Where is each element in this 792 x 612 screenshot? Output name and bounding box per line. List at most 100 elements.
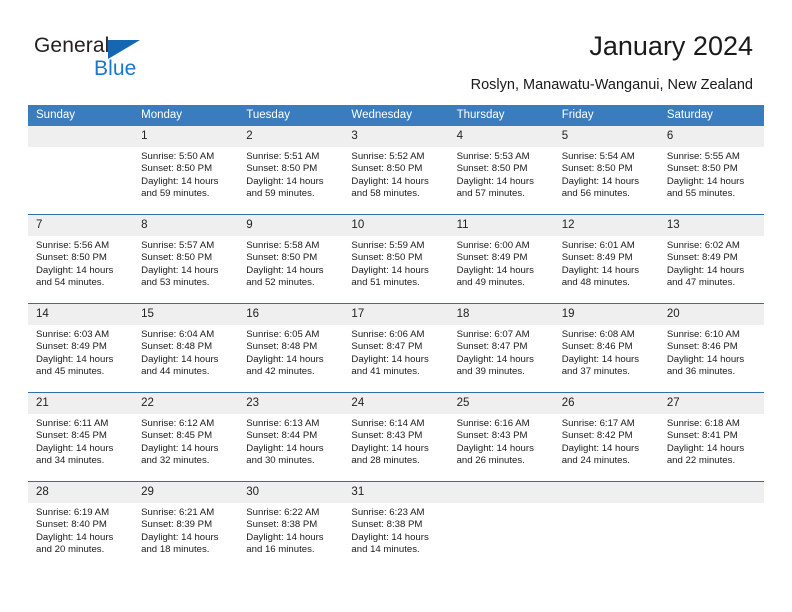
calendar-day-cell[interactable]: 12 Sunrise: 6:01 AM Sunset: 8:49 PM Dayligh… <box>553 214 659 304</box>
calendar-day-cell[interactable]: 28 Sunrise: 6:19 AM Sunset: 8:40 PM Dayligh… <box>28 481 134 570</box>
day-details: Sunrise: 5:58 AM Sunset: 8:50 PM Daylight:… <box>238 236 343 290</box>
day-details: Sunrise: 6:02 AM Sunset: 8:49 PM Daylight:… <box>659 236 764 290</box>
day-number: 6 <box>658 126 764 147</box>
day-cell-body: 5 Sunrise: 5:54 AM Sunset: 8:50 PM Daylight… <box>553 126 659 214</box>
calendar-day-cell[interactable]: 31 Sunrise: 6:23 AM Sunset: 8:38 PM Dayligh… <box>343 481 449 570</box>
day-details: Sunrise: 6:17 AM Sunset: 8:42 PM Daylight:… <box>554 414 659 468</box>
day-cell-body: 4 Sunrise: 5:53 AM Sunset: 8:50 PM Daylight… <box>448 126 554 214</box>
daylight-duration-line1: Daylight: 14 hours <box>246 442 324 454</box>
sunrise-time: Sunrise: 6:17 AM <box>561 418 635 429</box>
daylight-duration-line2: and 42 minutes. <box>246 366 315 378</box>
daylight-duration-line1: Daylight: 14 hours <box>246 531 324 543</box>
calendar-day-cell[interactable]: 27 Sunrise: 6:18 AM Sunset: 8:41 PM Dayligh… <box>658 392 764 482</box>
calendar-day-cell[interactable]: 7 Sunrise: 5:56 AM Sunset: 8:50 PM Daylight… <box>28 214 134 304</box>
logo-text-blue: Blue <box>94 57 137 80</box>
day-details: Sunrise: 6:18 AM Sunset: 8:41 PM Daylight:… <box>659 414 764 468</box>
calendar-day-cell[interactable]: 6 Sunrise: 5:55 AM Sunset: 8:50 PM Daylight… <box>658 126 764 215</box>
calendar-day-cell[interactable]: 15 Sunrise: 6:04 AM Sunset: 8:48 PM Dayligh… <box>133 303 239 393</box>
sunrise-time: Sunrise: 6:19 AM <box>36 507 110 518</box>
daylight-duration-line1: Daylight: 14 hours <box>561 353 640 365</box>
calendar-day-cell[interactable]: 5 Sunrise: 5:54 AM Sunset: 8:50 PM Daylight… <box>553 126 659 215</box>
daylight-duration-line1: Daylight: 14 hours <box>141 175 219 187</box>
calendar-day-cell[interactable]: 26 Sunrise: 6:17 AM Sunset: 8:42 PM Dayligh… <box>553 392 659 482</box>
calendar-day-cell[interactable]: 21 Sunrise: 6:11 AM Sunset: 8:45 PM Dayligh… <box>28 392 134 482</box>
calendar-day-cell[interactable]: 10 Sunrise: 5:59 AM Sunset: 8:50 PM Dayligh… <box>343 214 449 304</box>
day-cell-body: 22 Sunrise: 6:12 AM Sunset: 8:45 PM Dayligh… <box>133 393 239 481</box>
day-cell-body: 28 Sunrise: 6:19 AM Sunset: 8:40 PM Dayligh… <box>28 482 134 570</box>
day-cell-body: 16 Sunrise: 6:05 AM Sunset: 8:48 PM Dayligh… <box>238 304 344 392</box>
day-cell-body <box>658 482 764 570</box>
calendar-header-row: Sunday Monday Tuesday Wednesday Thursday… <box>28 105 764 126</box>
page-title: January 2024 <box>589 31 753 61</box>
calendar-day-cell[interactable]: 1 Sunrise: 5:50 AM Sunset: 8:50 PM Daylight… <box>133 126 239 215</box>
sunrise-time: Sunrise: 5:53 AM <box>456 151 530 162</box>
day-number: 12 <box>553 215 659 236</box>
calendar-day-cell[interactable]: 3 Sunrise: 5:52 AM Sunset: 8:50 PM Daylight… <box>343 126 449 215</box>
day-cell-body <box>553 482 659 570</box>
calendar-day-cell[interactable]: 16 Sunrise: 6:05 AM Sunset: 8:48 PM Dayligh… <box>238 303 344 393</box>
calendar-day-cell[interactable]: 17 Sunrise: 6:06 AM Sunset: 8:47 PM Dayligh… <box>343 303 449 393</box>
calendar-day-cell[interactable]: 18 Sunrise: 6:07 AM Sunset: 8:47 PM Dayligh… <box>448 303 554 393</box>
day-details: Sunrise: 6:21 AM Sunset: 8:39 PM Daylight:… <box>133 503 238 557</box>
sunset-time: Sunset: 8:46 PM <box>666 341 738 353</box>
day-number: 24 <box>343 393 449 414</box>
day-details: Sunrise: 5:57 AM Sunset: 8:50 PM Daylight:… <box>133 236 238 290</box>
calendar-day-cell[interactable]: 11 Sunrise: 6:00 AM Sunset: 8:49 PM Dayligh… <box>448 214 554 304</box>
day-cell-body: 9 Sunrise: 5:58 AM Sunset: 8:50 PM Daylight… <box>238 215 344 303</box>
day-cell-body: 21 Sunrise: 6:11 AM Sunset: 8:45 PM Dayligh… <box>28 393 134 481</box>
sunrise-time: Sunrise: 6:06 AM <box>351 329 425 340</box>
sunrise-time: Sunrise: 6:12 AM <box>141 418 215 429</box>
day-number: 16 <box>238 304 344 325</box>
calendar-day-cell[interactable]: 25 Sunrise: 6:16 AM Sunset: 8:43 PM Dayligh… <box>448 392 554 482</box>
calendar-day-cell[interactable]: 23 Sunrise: 6:13 AM Sunset: 8:44 PM Dayligh… <box>238 392 344 482</box>
day-cell-body: 1 Sunrise: 5:50 AM Sunset: 8:50 PM Daylight… <box>133 126 239 214</box>
calendar-body: 1 Sunrise: 5:50 AM Sunset: 8:50 PM Daylight… <box>28 126 764 570</box>
day-number: 5 <box>553 126 659 147</box>
calendar-day-cell-empty <box>658 481 764 570</box>
calendar-day-cell[interactable]: 2 Sunrise: 5:51 AM Sunset: 8:50 PM Daylight… <box>238 126 344 215</box>
daylight-duration-line2: and 49 minutes. <box>456 277 525 289</box>
weekday-header-thursday: Thursday <box>448 105 554 126</box>
sunrise-time: Sunrise: 6:22 AM <box>246 507 320 518</box>
day-number: 2 <box>238 126 344 147</box>
sunset-time: Sunset: 8:50 PM <box>36 252 107 264</box>
generalblue-logo[interactable]: General Blue <box>34 34 194 88</box>
weekday-header-tuesday: Tuesday <box>238 105 344 126</box>
sunset-time: Sunset: 8:44 PM <box>246 430 318 442</box>
calendar-day-cell[interactable]: 9 Sunrise: 5:58 AM Sunset: 8:50 PM Daylight… <box>238 214 344 304</box>
calendar-day-cell[interactable]: 24 Sunrise: 6:14 AM Sunset: 8:43 PM Dayligh… <box>343 392 449 482</box>
calendar-day-cell[interactable]: 14 Sunrise: 6:03 AM Sunset: 8:49 PM Dayligh… <box>28 303 134 393</box>
day-number <box>28 126 134 147</box>
sunset-time: Sunset: 8:50 PM <box>141 252 213 264</box>
calendar-day-cell[interactable]: 19 Sunrise: 6:08 AM Sunset: 8:46 PM Dayligh… <box>553 303 659 393</box>
day-number: 26 <box>553 393 659 414</box>
calendar-day-cell[interactable]: 20 Sunrise: 6:10 AM Sunset: 8:46 PM Dayligh… <box>658 303 764 393</box>
sunset-time: Sunset: 8:47 PM <box>351 341 423 353</box>
calendar-day-cell[interactable]: 22 Sunrise: 6:12 AM Sunset: 8:45 PM Dayligh… <box>133 392 239 482</box>
daylight-duration-line2: and 39 minutes. <box>456 366 525 378</box>
calendar-day-cell[interactable]: 4 Sunrise: 5:53 AM Sunset: 8:50 PM Daylight… <box>448 126 554 215</box>
sunrise-time: Sunrise: 6:03 AM <box>36 329 110 340</box>
daylight-duration-line1: Daylight: 14 hours <box>666 175 745 187</box>
day-cell-body: 19 Sunrise: 6:08 AM Sunset: 8:46 PM Dayligh… <box>553 304 659 392</box>
calendar-day-cell[interactable]: 30 Sunrise: 6:22 AM Sunset: 8:38 PM Dayligh… <box>238 481 344 570</box>
day-details: Sunrise: 6:16 AM Sunset: 8:43 PM Daylight:… <box>449 414 554 468</box>
day-cell-body: 17 Sunrise: 6:06 AM Sunset: 8:47 PM Dayligh… <box>343 304 449 392</box>
sunset-time: Sunset: 8:38 PM <box>351 519 423 531</box>
sunset-time: Sunset: 8:49 PM <box>666 252 738 264</box>
calendar-day-cell[interactable]: 8 Sunrise: 5:57 AM Sunset: 8:50 PM Daylight… <box>133 214 239 304</box>
calendar-day-cell-empty <box>448 481 554 570</box>
day-details: Sunrise: 6:06 AM Sunset: 8:47 PM Daylight:… <box>343 325 448 379</box>
sunset-time: Sunset: 8:50 PM <box>561 163 633 175</box>
calendar-day-cell[interactable]: 13 Sunrise: 6:02 AM Sunset: 8:49 PM Dayligh… <box>658 214 764 304</box>
calendar-day-cell[interactable]: 29 Sunrise: 6:21 AM Sunset: 8:39 PM Dayligh… <box>133 481 239 570</box>
sunrise-time: Sunrise: 5:50 AM <box>141 151 215 162</box>
sunrise-time: Sunrise: 6:05 AM <box>246 329 320 340</box>
day-details: Sunrise: 5:59 AM Sunset: 8:50 PM Daylight:… <box>343 236 448 290</box>
day-details: Sunrise: 5:56 AM Sunset: 8:50 PM Daylight:… <box>28 236 133 290</box>
day-number: 7 <box>28 215 134 236</box>
day-details: Sunrise: 6:12 AM Sunset: 8:45 PM Daylight:… <box>133 414 238 468</box>
sunrise-time: Sunrise: 6:13 AM <box>246 418 320 429</box>
daylight-duration-line1: Daylight: 14 hours <box>456 353 534 365</box>
daylight-duration-line2: and 37 minutes. <box>561 366 630 378</box>
